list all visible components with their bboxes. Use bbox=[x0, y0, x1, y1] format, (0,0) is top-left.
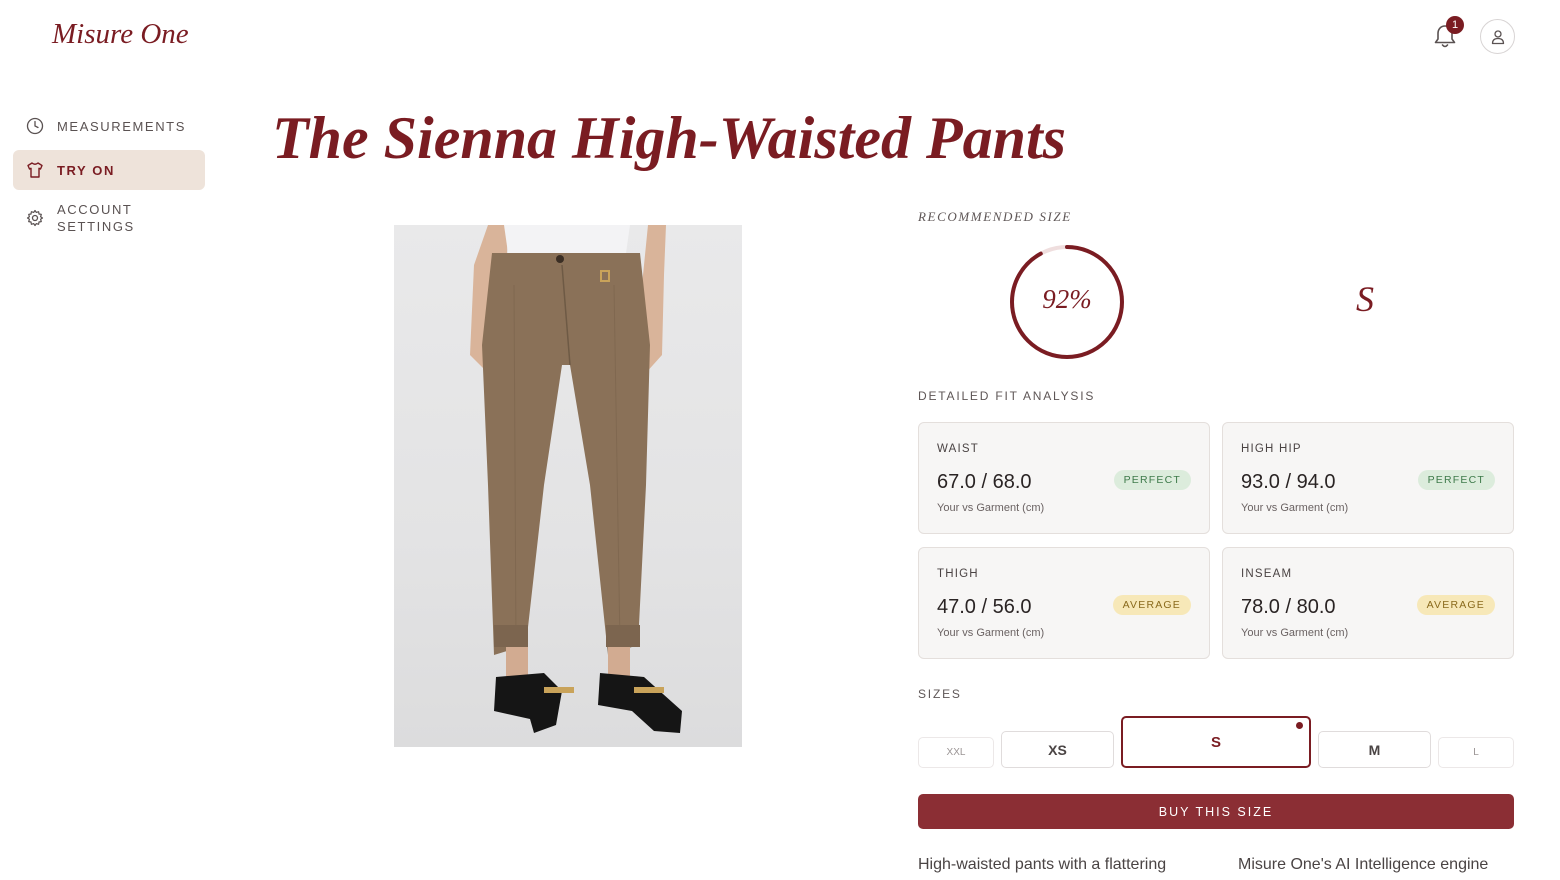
buy-this-size-button[interactable]: BUY THIS SIZE bbox=[918, 794, 1514, 829]
sidebar-item-label: TRY ON bbox=[57, 162, 115, 178]
fit-card-value: 93.0 / 94.0 bbox=[1241, 471, 1336, 493]
fit-card-high-hip: HIGH HIP 93.0 / 94.0 Your vs Garment (cm… bbox=[1222, 422, 1514, 534]
fit-card-thigh: THIGH 47.0 / 56.0 Your vs Garment (cm) A… bbox=[918, 547, 1210, 659]
fit-analysis-label: DETAILED FIT ANALYSIS bbox=[918, 389, 1096, 403]
product-image bbox=[394, 225, 742, 747]
fit-card-sub: Your vs Garment (cm) bbox=[1241, 627, 1349, 639]
size-option-xs[interactable]: XS bbox=[1001, 731, 1114, 768]
fit-status-badge: PERFECT bbox=[1417, 470, 1495, 490]
clock-icon bbox=[26, 117, 44, 135]
ai-engine-description-text: Misure One's AI Intelligence engine bbox=[1238, 856, 1489, 873]
sidebar-item-measurements[interactable]: MEASUREMENTS bbox=[13, 106, 205, 146]
brand-logo[interactable]: Misure One bbox=[52, 18, 189, 51]
user-icon bbox=[1491, 29, 1504, 44]
shirt-icon bbox=[26, 161, 44, 179]
fit-card-sub: Your vs Garment (cm) bbox=[937, 502, 1045, 514]
fit-card-sub: Your vs Garment (cm) bbox=[1241, 502, 1349, 514]
page-title: The Sienna High-Waisted Pants bbox=[272, 105, 1067, 171]
selected-indicator-dot bbox=[1296, 722, 1303, 729]
gear-icon bbox=[26, 209, 44, 227]
product-description-text: High-waisted pants with a flattering bbox=[918, 856, 1167, 873]
fit-card-sub: Your vs Garment (cm) bbox=[937, 627, 1045, 639]
fit-card-name: INSEAM bbox=[1241, 568, 1293, 580]
fit-status-badge: AVERAGE bbox=[1112, 595, 1191, 615]
sidebar-item-label: MEASUREMENTS bbox=[57, 118, 186, 134]
size-option-label: S bbox=[1210, 733, 1221, 751]
fit-card-inseam: INSEAM 78.0 / 80.0 Your vs Garment (cm) … bbox=[1222, 547, 1514, 659]
sidebar-nav: MEASUREMENTS TRY ON ACCOUNT SETTINGS bbox=[13, 106, 205, 246]
notification-badge: 1 bbox=[1446, 16, 1464, 34]
size-option-m[interactable]: M bbox=[1318, 731, 1431, 768]
sizes-label: SIZES bbox=[918, 687, 962, 701]
fit-card-name: WAIST bbox=[937, 443, 979, 455]
user-avatar-button[interactable] bbox=[1480, 19, 1515, 54]
recommended-size-label: RECOMMENDED SIZE bbox=[918, 209, 1072, 224]
sidebar-item-try-on[interactable]: TRY ON bbox=[13, 150, 205, 190]
fit-card-waist: WAIST 67.0 / 68.0 Your vs Garment (cm) P… bbox=[918, 422, 1210, 534]
size-option-l[interactable]: L bbox=[1438, 737, 1514, 768]
fit-card-value: 47.0 / 56.0 bbox=[937, 596, 1032, 618]
fit-card-name: HIGH HIP bbox=[1241, 443, 1302, 455]
fit-card-name: THIGH bbox=[937, 568, 979, 580]
sidebar-item-account-settings[interactable]: ACCOUNT SETTINGS bbox=[13, 194, 205, 242]
fit-status-badge: PERFECT bbox=[1113, 470, 1191, 490]
fit-confidence-value: 92% bbox=[1042, 284, 1092, 314]
size-option-xxl[interactable]: XXL bbox=[918, 737, 994, 768]
recommended-size-value: S bbox=[1356, 279, 1374, 319]
sidebar-item-label: ACCOUNT SETTINGS bbox=[57, 202, 135, 234]
fit-card-value: 78.0 / 80.0 bbox=[1241, 596, 1336, 618]
size-option-s-selected[interactable]: S bbox=[1121, 716, 1311, 768]
fit-status-badge: AVERAGE bbox=[1416, 595, 1495, 615]
fit-card-value: 67.0 / 68.0 bbox=[937, 471, 1032, 493]
